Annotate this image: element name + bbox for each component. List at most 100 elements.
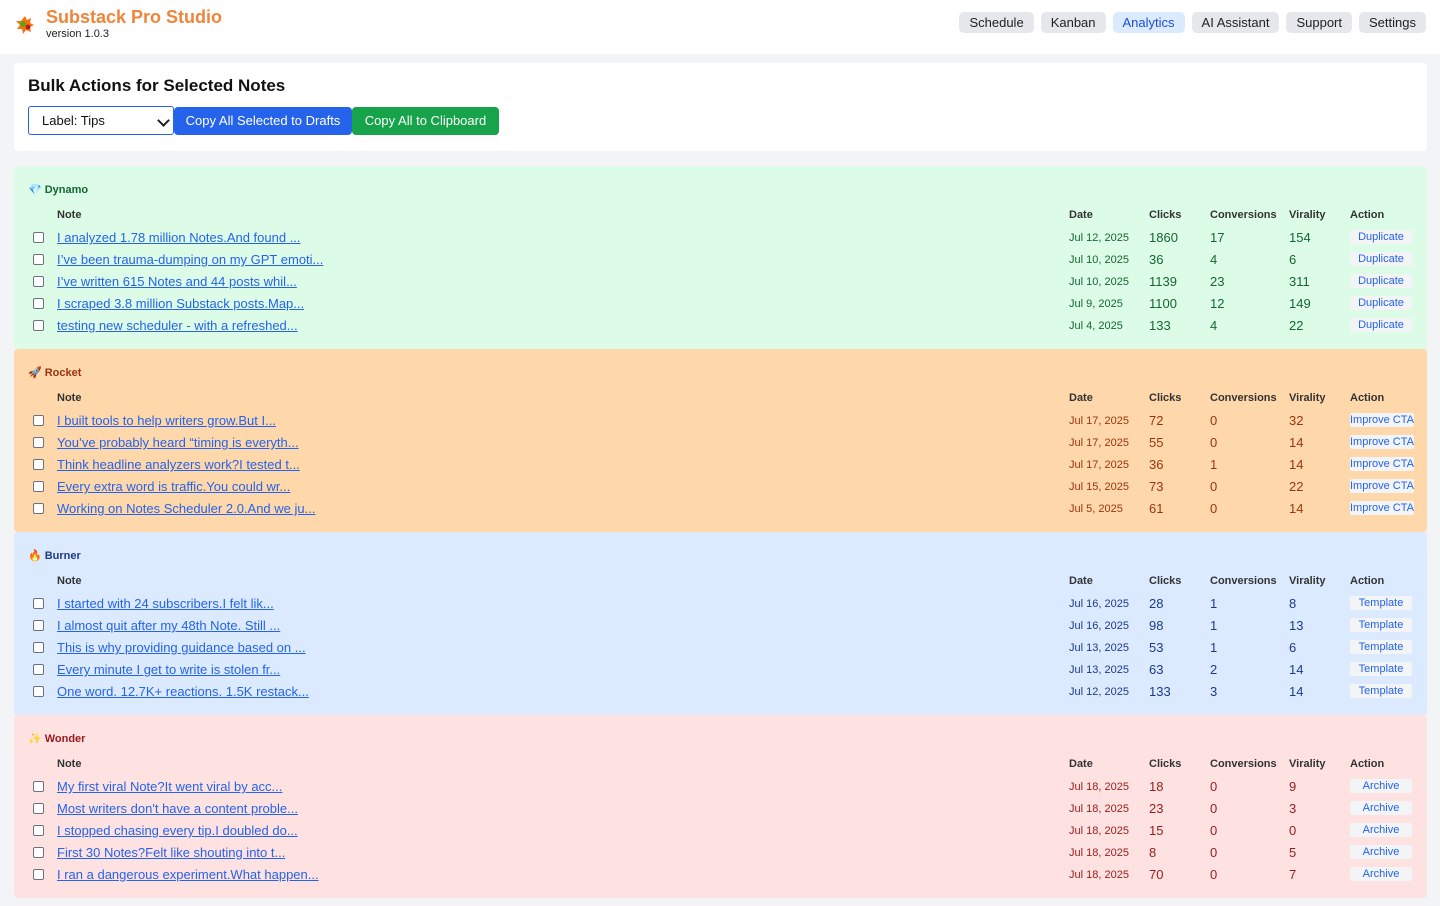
nav-schedule[interactable]: Schedule [959,12,1034,33]
note-clicks: 15 [1149,823,1164,838]
table-row: First 30 Notes?Felt like shouting into t… [14,842,1427,864]
archive-button[interactable]: Archive [1350,845,1412,859]
row-select-checkbox[interactable] [33,481,44,492]
note-virality: 0 [1289,823,1297,838]
template-button[interactable]: Template [1350,596,1412,610]
row-select-checkbox[interactable] [33,686,44,697]
note-virality: 14 [1289,662,1304,677]
note-conversions: 0 [1210,413,1218,428]
note-conversions: 0 [1210,845,1218,860]
row-select-checkbox[interactable] [33,664,44,675]
note-link[interactable]: Working on Notes Scheduler 2.0.And we ju… [57,501,315,516]
template-button[interactable]: Template [1350,684,1412,698]
note-virality: 7 [1289,867,1297,882]
nav-support[interactable]: Support [1286,12,1353,33]
group-name: Burner [44,550,81,562]
row-select-checkbox[interactable] [33,254,44,265]
label-select[interactable]: Label: Tips [28,106,174,135]
note-conversions: 23 [1210,274,1225,289]
note-virality: 14 [1289,457,1304,472]
note-link[interactable]: This is why providing guidance based on … [57,640,306,655]
note-virality: 8 [1289,596,1297,611]
row-select-checkbox[interactable] [33,459,44,470]
column-header-conversions: Conversions [1210,209,1277,221]
note-virality: 6 [1289,640,1297,655]
note-date: Jul 4, 2025 [1069,320,1123,332]
note-link[interactable]: I started with 24 subscribers.I felt lik… [57,596,274,611]
label-select-value: Label: Tips [42,113,105,128]
archive-button[interactable]: Archive [1350,823,1412,837]
table-row: I analyzed 1.78 million Notes.And found … [14,227,1427,249]
template-button[interactable]: Template [1350,640,1412,654]
row-select-checkbox[interactable] [33,598,44,609]
row-select-checkbox[interactable] [33,415,44,426]
group-title: 🔥 Burner [28,549,81,562]
column-header-conversions: Conversions [1210,575,1277,587]
note-virality: 149 [1289,296,1311,311]
nav-settings[interactable]: Settings [1359,12,1426,33]
note-link[interactable]: I’ve been trauma-dumping on my GPT emoti… [57,252,323,267]
duplicate-button[interactable]: Duplicate [1350,230,1412,244]
row-select-checkbox[interactable] [33,276,44,287]
note-conversions: 12 [1210,296,1225,311]
row-select-checkbox[interactable] [33,642,44,653]
archive-button[interactable]: Archive [1350,867,1412,881]
note-virality: 22 [1289,318,1304,333]
duplicate-button[interactable]: Duplicate [1350,252,1412,266]
row-select-checkbox[interactable] [33,803,44,814]
copy-all-to-clipboard-button[interactable]: Copy All to Clipboard [352,107,499,135]
duplicate-button[interactable]: Duplicate [1350,274,1412,288]
row-select-checkbox[interactable] [33,781,44,792]
note-virality: 9 [1289,779,1297,794]
nav-ai-assistant[interactable]: AI Assistant [1191,12,1280,33]
nav-kanban[interactable]: Kanban [1040,12,1106,33]
archive-button[interactable]: Archive [1350,779,1412,793]
row-select-checkbox[interactable] [33,503,44,514]
note-link[interactable]: My first viral Note?It went viral by acc… [57,779,282,794]
note-link[interactable]: I ran a dangerous experiment.What happen… [57,867,319,882]
copy-selected-to-drafts-button[interactable]: Copy All Selected to Drafts [174,107,352,135]
note-link[interactable]: One word. 12.7K+ reactions. 1.5K restack… [57,684,309,699]
improve-cta-button[interactable]: Improve CTA [1350,479,1414,493]
improve-cta-button[interactable]: Improve CTA [1350,413,1414,427]
note-clicks: 18 [1149,779,1164,794]
note-link[interactable]: I’ve written 615 Notes and 44 posts whil… [57,274,297,289]
note-date: Jul 18, 2025 [1069,825,1129,837]
improve-cta-button[interactable]: Improve CTA [1350,501,1414,515]
improve-cta-button[interactable]: Improve CTA [1350,457,1414,471]
nav-analytics[interactable]: Analytics [1112,12,1185,33]
row-select-checkbox[interactable] [33,320,44,331]
template-button[interactable]: Template [1350,618,1412,632]
note-date: Jul 18, 2025 [1069,847,1129,859]
note-link[interactable]: I stopped chasing every tip.I doubled do… [57,823,298,838]
note-link[interactable]: testing new scheduler - with a refreshed… [57,318,298,333]
row-select-checkbox[interactable] [33,620,44,631]
duplicate-button[interactable]: Duplicate [1350,318,1412,332]
template-button[interactable]: Template [1350,662,1412,676]
note-link[interactable]: I built tools to help writers grow.But I… [57,413,276,428]
note-virality: 5 [1289,845,1297,860]
note-link[interactable]: Every minute I get to write is stolen fr… [57,662,280,677]
brand: Substack Pro Studio version 1.0.3 [14,6,222,40]
note-clicks: 55 [1149,435,1164,450]
note-link[interactable]: I almost quit after my 48th Note. Still … [57,618,280,633]
row-select-checkbox[interactable] [33,825,44,836]
duplicate-button[interactable]: Duplicate [1350,296,1412,310]
row-select-checkbox[interactable] [33,437,44,448]
note-link[interactable]: I analyzed 1.78 million Notes.And found … [57,230,301,245]
row-select-checkbox[interactable] [33,232,44,243]
note-link[interactable]: Think headline analyzers work?I tested t… [57,457,300,472]
row-select-checkbox[interactable] [33,869,44,880]
group-emoji-icon: ✨ [28,733,42,745]
note-link[interactable]: First 30 Notes?Felt like shouting into t… [57,845,285,860]
archive-button[interactable]: Archive [1350,801,1412,815]
note-link[interactable]: You’ve probably heard “timing is everyth… [57,435,299,450]
note-link[interactable]: Most writers don't have a content proble… [57,801,298,816]
improve-cta-button[interactable]: Improve CTA [1350,435,1414,449]
note-date: Jul 12, 2025 [1069,232,1129,244]
note-link[interactable]: I scraped 3.8 million Substack posts.Map… [57,296,304,311]
column-header-date: Date [1069,209,1093,221]
row-select-checkbox[interactable] [33,298,44,309]
note-link[interactable]: Every extra word is traffic.You could wr… [57,479,290,494]
row-select-checkbox[interactable] [33,847,44,858]
